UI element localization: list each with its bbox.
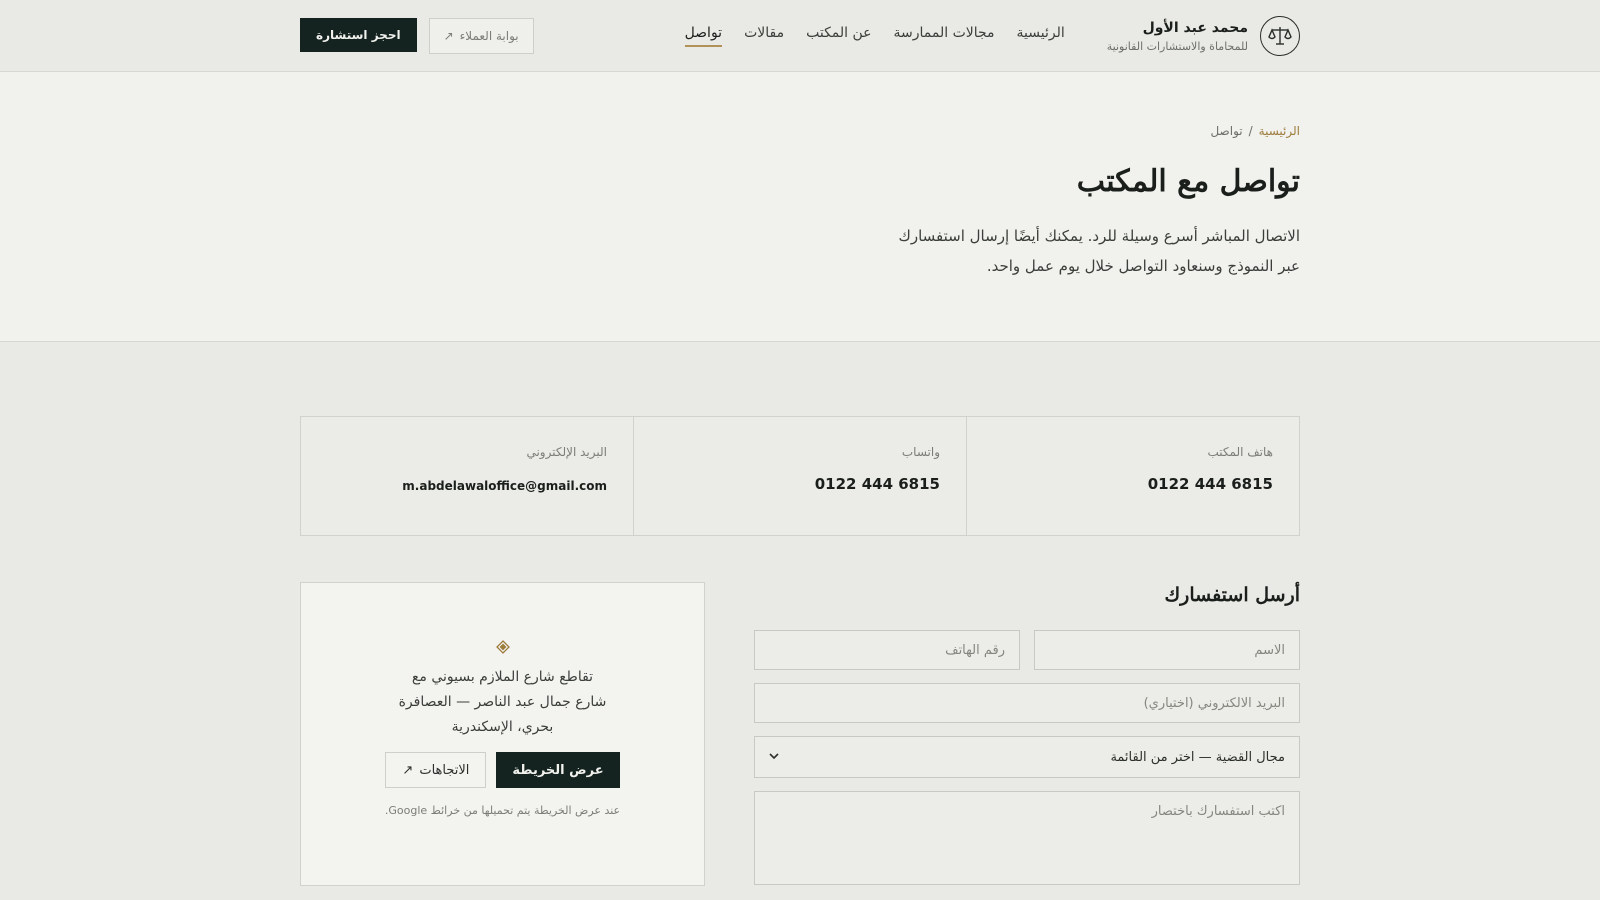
brand-subtitle: للمحاماة والاستشارات القانونية (1106, 39, 1248, 53)
contact-card-label: واتساب (901, 445, 940, 459)
message-textarea[interactable]: اكتب استفسارك باختصار (754, 791, 1300, 885)
nav-articles[interactable]: مقالات (744, 25, 784, 47)
client-portal-label: بوابة العملاء (459, 29, 519, 43)
book-consultation-button[interactable]: احجز استشارة (300, 18, 417, 52)
email-value[interactable]: m.abdelawaloffice@gmail.com (327, 479, 607, 493)
phone-input[interactable]: رقم الهاتف (754, 630, 1020, 670)
directions-label: الاتجاهات (419, 762, 470, 778)
contact-card-email[interactable]: البريد الإلكتروني m.abdelawaloffice@gmai… (301, 417, 633, 535)
directions-button[interactable]: الاتجاهات ↗ (385, 752, 487, 788)
case-type-select[interactable]: مجال القضية — اختر من القائمة (754, 736, 1300, 778)
email-input[interactable]: البريد الالكتروني (اختياري) (754, 683, 1300, 723)
inquiry-form: أرسل استفسارك الاسم رقم الهاتف البريد ال… (754, 582, 1300, 886)
client-portal-button[interactable]: بوابة العملاء ↗ (428, 18, 534, 54)
show-map-button[interactable]: عرض الخريطة (496, 752, 620, 788)
diamond-location-icon (495, 639, 510, 654)
nav-practice-areas[interactable]: مجالات الممارسة (894, 25, 995, 47)
external-link-icon: ↗ (443, 29, 454, 43)
breadcrumb-separator: / (1248, 124, 1253, 138)
chevron-down-icon (769, 750, 779, 765)
form-title: أرسل استفسارك (1164, 584, 1301, 606)
whatsapp-value[interactable]: 0122 444 6815 (660, 475, 940, 493)
contact-card-label: هاتف المكتب (1207, 445, 1273, 459)
nav-contact[interactable]: تواصل (684, 25, 723, 47)
contact-card-label: البريد الإلكتروني (526, 445, 607, 459)
scales-of-justice-icon (1260, 16, 1300, 56)
office-phone-value[interactable]: 0122 444 6815 (993, 475, 1273, 493)
nav-home[interactable]: الرئيسية (1017, 25, 1065, 47)
case-type-selected: مجال القضية — اختر من القائمة (1110, 749, 1285, 765)
breadcrumb-home[interactable]: الرئيسية (1259, 124, 1300, 138)
nav-about[interactable]: عن المكتب (806, 25, 871, 47)
main-content: هاتف المكتب 0122 444 6815 واتساب 0122 44… (300, 416, 1300, 886)
breadcrumb-current: تواصل (1210, 124, 1243, 138)
brand[interactable]: محمد عبد الأول للمحاماة والاستشارات القا… (1107, 16, 1300, 56)
map-card: تقاطع شارع الملازم بسيوني مع شارع جمال ع… (300, 582, 705, 886)
page-lead: الاتصال المباشر أسرع وسيلة للرد. يمكنك أ… (898, 227, 1300, 275)
contact-card-office-phone[interactable]: هاتف المكتب 0122 444 6815 (966, 417, 1299, 535)
contact-cards: هاتف المكتب 0122 444 6815 واتساب 0122 44… (300, 416, 1300, 536)
main-nav: الرئيسية مجالات الممارسة عن المكتب مقالا… (684, 25, 1065, 47)
map-note: عند عرض الخريطة يتم تحميلها من خرائط Goo… (384, 804, 621, 817)
brand-name: محمد عبد الأول (1142, 19, 1248, 36)
external-link-icon: ↗ (402, 762, 414, 778)
office-address: تقاطع شارع الملازم بسيوني مع شارع جمال ع… (398, 669, 607, 735)
name-input[interactable]: الاسم (1034, 630, 1300, 670)
hero: الرئيسية / تواصل تواصل مع المكتب الاتصال… (0, 72, 1600, 342)
breadcrumb: الرئيسية / تواصل (300, 124, 1300, 138)
contact-card-whatsapp[interactable]: واتساب 0122 444 6815 (633, 417, 966, 535)
site-header: محمد عبد الأول للمحاماة والاستشارات القا… (0, 0, 1600, 72)
page-title: تواصل مع المكتب (1076, 164, 1300, 199)
